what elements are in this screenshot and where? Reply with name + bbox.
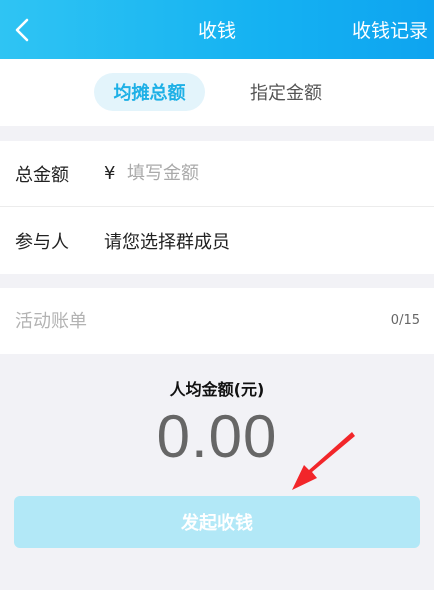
collect-records-button[interactable]: 收钱记录 (352, 0, 428, 59)
red-arrow-icon (292, 432, 355, 490)
average-amount-value: 0.00 (156, 403, 278, 470)
total-amount-row: 总金额 ¥ (0, 141, 434, 207)
bill-char-count: 0/15 (390, 313, 420, 328)
select-members-button[interactable]: 请您选择群成员 (104, 228, 230, 254)
tab-split-total[interactable]: 均摊总额 (94, 73, 205, 111)
currency-symbol: ¥ (104, 163, 116, 184)
activity-bill-input[interactable] (15, 301, 355, 341)
app-header: 收钱 收钱记录 (0, 0, 434, 59)
activity-bill-section: 0/15 (0, 288, 434, 354)
participants-row[interactable]: 参与人 请您选择群成员 (0, 208, 434, 274)
total-amount-label: 总金额 (15, 164, 69, 186)
collect-form: 总金额 ¥ 参与人 请您选择群成员 (0, 141, 434, 274)
start-collect-button[interactable]: 发起收钱 (14, 496, 420, 548)
participants-label: 参与人 (15, 232, 69, 253)
back-button[interactable] (0, 0, 44, 59)
tab-specified-amount[interactable]: 指定金额 (236, 73, 336, 111)
average-amount-label: 人均金额(元) (169, 380, 265, 399)
split-mode-tabs: 均摊总额 指定金额 (0, 59, 434, 126)
chevron-left-icon (15, 18, 29, 41)
total-amount-input[interactable] (127, 153, 387, 194)
